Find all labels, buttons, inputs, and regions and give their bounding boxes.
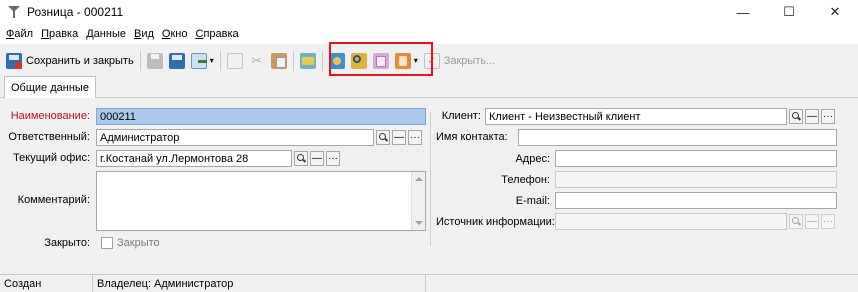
export-button[interactable]: ▾ xyxy=(188,50,217,72)
copy-button[interactable] xyxy=(224,50,246,72)
search-icon xyxy=(791,112,801,121)
cocktail-icon xyxy=(7,5,21,19)
status-bar: Создан Владелец: Администратор xyxy=(0,274,858,292)
closed-checkbox-label: Закрыто xyxy=(117,237,160,249)
documents-button[interactable] xyxy=(370,50,392,72)
close-document-icon: ✓ xyxy=(423,52,440,69)
email-label: E-mail: xyxy=(515,195,550,207)
address-field[interactable] xyxy=(555,150,837,167)
book-icon xyxy=(299,52,316,69)
toolbar-separator xyxy=(321,50,323,71)
save-close-icon xyxy=(6,52,22,69)
info-source-clear-button[interactable]: — xyxy=(805,214,819,229)
info-source-search-button[interactable] xyxy=(789,214,803,229)
search-icon xyxy=(378,133,388,142)
client-more-button[interactable]: ··· xyxy=(821,109,835,124)
phone-label: Телефон: xyxy=(501,174,550,186)
menu-help[interactable]: Справка xyxy=(191,28,242,40)
save-and-close-button[interactable]: Сохранить и закрыть xyxy=(3,50,137,72)
column-divider xyxy=(430,112,431,246)
comment-scrollbar[interactable] xyxy=(411,172,425,230)
client-field[interactable]: Клиент - Неизвестный клиент xyxy=(485,108,787,125)
window-controls: — ☐ ✕ xyxy=(720,0,858,24)
cut-button[interactable]: ✂ xyxy=(246,50,268,72)
documents-icon xyxy=(372,52,389,69)
info-source-more-button[interactable]: ··· xyxy=(821,214,835,229)
status-empty xyxy=(426,275,854,292)
close-button[interactable]: ✕ xyxy=(812,0,858,24)
search-document-button[interactable] xyxy=(348,50,370,72)
menu-bar: Файл Правка Данные Вид Окно Справка xyxy=(0,24,858,44)
title-bar: Розница - 000211 — ☐ ✕ xyxy=(0,0,858,24)
menu-file[interactable]: Файл xyxy=(2,28,37,40)
book-button[interactable] xyxy=(297,50,319,72)
save-and-close-label: Сохранить и закрыть xyxy=(26,54,134,67)
contact-card-button[interactable]: ▾ xyxy=(392,50,421,72)
comment-textarea[interactable] xyxy=(96,171,426,231)
office-clear-button[interactable]: — xyxy=(310,151,324,166)
toolbar-separator xyxy=(292,50,294,71)
print-button[interactable] xyxy=(144,50,166,72)
cut-icon: ✂ xyxy=(251,52,263,68)
tab-general[interactable]: Общие данные xyxy=(4,76,96,98)
closed-checkbox[interactable] xyxy=(101,237,113,249)
contact-dropdown-arrow[interactable]: ▾ xyxy=(414,56,418,65)
status-owner: Владелец: Администратор xyxy=(93,274,426,292)
client-clear-button[interactable]: — xyxy=(805,109,819,124)
name-label: Наименование: xyxy=(10,110,90,122)
close-document-button[interactable]: ✓ Закрыть... xyxy=(421,50,499,72)
tab-bar: Общие данные xyxy=(0,76,858,98)
card-icon xyxy=(328,52,345,69)
responsible-field[interactable]: Администратор xyxy=(96,129,374,146)
client-search-button[interactable] xyxy=(789,109,803,124)
address-label: Адрес: xyxy=(515,153,550,165)
contact-name-label: Имя контакта: xyxy=(436,131,508,143)
email-field[interactable] xyxy=(555,192,837,209)
office-label: Текущий офис: xyxy=(13,152,90,164)
toolbar-separator xyxy=(219,50,221,71)
office-field[interactable]: г.Костанай ул.Лермонтова 28 xyxy=(96,150,292,167)
minimize-button[interactable]: — xyxy=(720,0,766,24)
closed-label: Закрыто: xyxy=(44,237,90,249)
office-more-button[interactable]: ··· xyxy=(326,151,340,166)
toolbar: Сохранить и закрыть ▾ ✂ ▾ ✓ Закрыть... xyxy=(0,47,858,74)
maximize-button[interactable]: ☐ xyxy=(766,0,812,24)
responsible-more-button[interactable]: ··· xyxy=(408,130,422,145)
info-source-field[interactable] xyxy=(555,213,787,230)
office-search-button[interactable] xyxy=(294,151,308,166)
copy-icon xyxy=(226,52,243,69)
info-source-label: Источник информации: xyxy=(436,216,555,228)
contact-name-field[interactable] xyxy=(518,129,837,146)
search-document-icon xyxy=(350,52,367,69)
client-label: Клиент: xyxy=(441,110,481,122)
export-dropdown-arrow[interactable]: ▾ xyxy=(210,56,214,65)
responsible-clear-button[interactable]: — xyxy=(392,130,406,145)
menu-data[interactable]: Данные xyxy=(82,28,130,40)
phone-field[interactable] xyxy=(555,171,837,188)
menu-view[interactable]: Вид xyxy=(130,28,158,40)
responsible-search-button[interactable] xyxy=(376,130,390,145)
comment-label: Комментарий: xyxy=(17,194,90,206)
card-button[interactable] xyxy=(326,50,348,72)
toolbar-separator xyxy=(139,50,141,71)
menu-edit[interactable]: Правка xyxy=(37,28,82,40)
print-icon xyxy=(146,52,163,69)
save-button[interactable] xyxy=(166,50,188,72)
paste-button[interactable] xyxy=(268,50,290,72)
save-icon xyxy=(168,52,185,69)
window-title: Розница - 000211 xyxy=(27,5,124,19)
close-document-label: Закрыть... xyxy=(443,54,496,67)
export-icon xyxy=(190,52,207,69)
status-created: Создан xyxy=(0,274,93,292)
contact-card-icon xyxy=(394,52,411,69)
search-icon xyxy=(791,217,801,226)
paste-icon xyxy=(270,52,287,69)
responsible-label: Ответственный: xyxy=(8,131,90,143)
search-icon xyxy=(296,154,306,163)
form-panel: Наименование: 000211 Ответственный: Адми… xyxy=(0,98,858,270)
name-field[interactable]: 000211 xyxy=(96,108,426,125)
menu-window[interactable]: Окно xyxy=(158,28,192,40)
